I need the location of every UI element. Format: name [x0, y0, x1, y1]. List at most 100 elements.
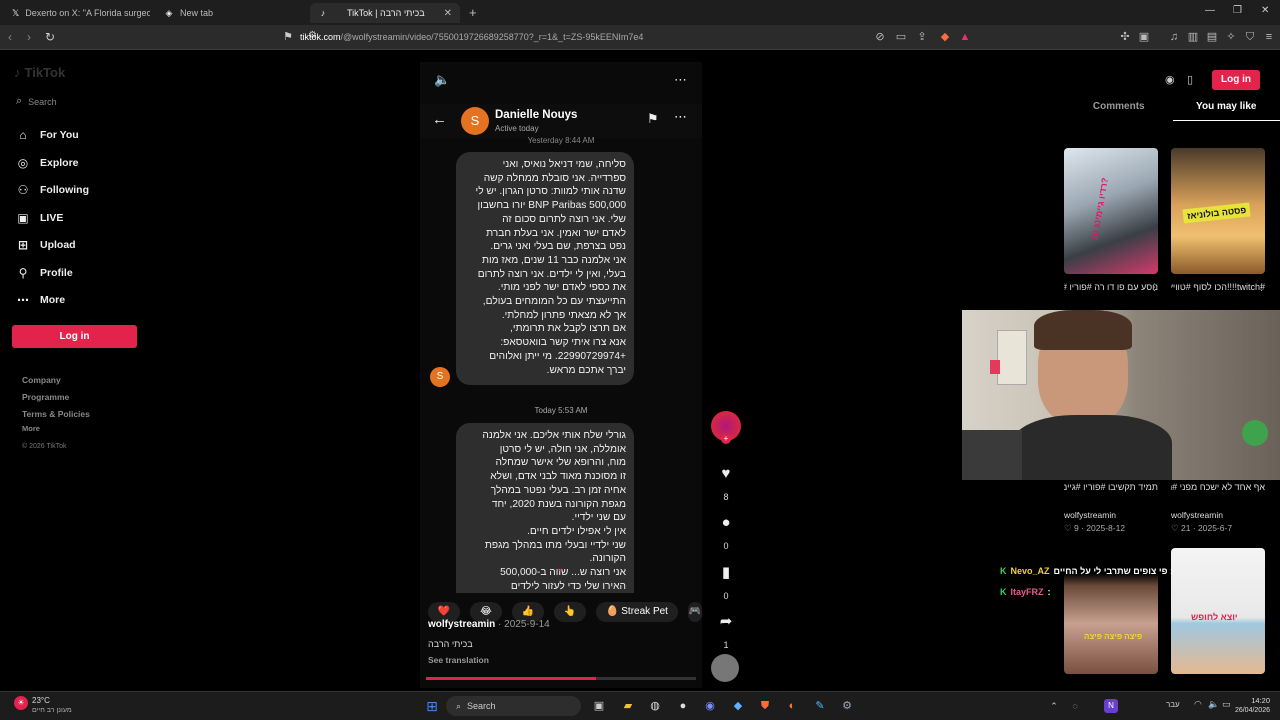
brave-rewards-icon[interactable]: ▲: [958, 30, 972, 44]
egg-icon: 🥚: [606, 606, 622, 617]
reload-icon[interactable]: ↻: [45, 30, 55, 44]
nav-profile[interactable]: ⚲ Profile: [16, 264, 73, 282]
music-disc-icon[interactable]: [711, 654, 739, 682]
frog-plush-icon: [1242, 420, 1268, 446]
tray-chevron-icon[interactable]: ⌃: [1045, 697, 1063, 715]
extensions-icon[interactable]: ✣: [1118, 30, 1132, 44]
nav-explore[interactable]: ◎ Explore: [16, 154, 79, 172]
back-icon[interactable]: ‹: [8, 30, 12, 44]
new-tab-button[interactable]: +: [469, 5, 477, 20]
screenshot-icon[interactable]: ▣: [1137, 30, 1151, 44]
message-line: אחיה זמן רב. בעלי נפטר במהלך: [490, 484, 626, 496]
recommended-thumb-2[interactable]: פסטה בולוניאז: [1171, 148, 1265, 274]
brave-taskbar-icon[interactable]: ⛊: [756, 697, 774, 715]
profile-icon: ⚲: [18, 266, 28, 280]
thumb-user-4[interactable]: wolfystreamin: [1171, 510, 1223, 520]
video-progress-bar[interactable]: [426, 677, 696, 680]
footer-programme[interactable]: Programme: [22, 392, 69, 402]
clock-date[interactable]: 26/04/2026: [1228, 707, 1270, 714]
share-icon[interactable]: ⇪: [915, 30, 929, 44]
tiktok-logo[interactable]: ♪ TikTok: [14, 65, 65, 80]
url-path: /@wolfystreamin/video/755001972668925877…: [340, 32, 644, 42]
settings-icon[interactable]: ⚙: [838, 697, 856, 715]
close-tab-icon[interactable]: ✕: [444, 8, 452, 19]
thumb-caption-4[interactable]: אף אחד לא ישכח מפני #twitch #החוק #טוויץ: [1171, 482, 1265, 492]
share-button[interactable]: ➦ 1: [712, 612, 740, 650]
notepad-icon[interactable]: ✎: [811, 697, 829, 715]
app-icon[interactable]: ◆: [729, 697, 747, 715]
x-logo-icon: 𝕏: [12, 8, 20, 18]
comment-button[interactable]: ● 0: [712, 514, 740, 551]
recommended-thumb-1[interactable]: רדיו גיימינג 10?: [1064, 148, 1158, 274]
close-window-icon[interactable]: ✕: [1261, 5, 1269, 16]
leo-ai-icon[interactable]: ✧: [1224, 30, 1238, 44]
tab-tiktok[interactable]: ♪ TikTok | בכיתי הרבה ✕: [310, 3, 460, 23]
maximize-icon[interactable]: ❐: [1233, 5, 1242, 16]
tray-app-icon[interactable]: ◌: [1066, 697, 1084, 715]
footer-more[interactable]: More: [22, 424, 40, 433]
network-icon[interactable]: ◠: [1194, 699, 1202, 710]
video-author[interactable]: wolfystreamin: [428, 619, 495, 630]
nav-following[interactable]: ⚇ Following: [16, 181, 89, 199]
task-view-icon[interactable]: ▣: [590, 697, 608, 715]
coin-icon[interactable]: ◉: [1165, 73, 1175, 86]
tab-you-may-like[interactable]: You may like: [1172, 101, 1280, 121]
volume-icon[interactable]: 🔈: [434, 72, 450, 88]
steam-icon[interactable]: ◍: [646, 697, 664, 715]
brave-shields-icon[interactable]: ◆: [938, 30, 952, 44]
menu-icon[interactable]: ≡: [1262, 30, 1276, 44]
nav-for-you[interactable]: ⌂ For You: [16, 126, 78, 144]
footer-company[interactable]: Company: [22, 375, 61, 385]
nav-more[interactable]: ⋯ More: [16, 291, 65, 309]
tab-dexerto[interactable]: 𝕏 Dexerto on X: "A Florida surgeon tur: [4, 3, 150, 23]
kick-icon: K: [1000, 566, 1007, 576]
obs-icon[interactable]: ◐: [783, 697, 801, 715]
nav-upload[interactable]: ⊞ Upload: [16, 236, 76, 254]
cast-icon[interactable]: ▭: [894, 30, 908, 44]
language-indicator[interactable]: עבר: [1166, 700, 1180, 709]
search-box[interactable]: ⌕ Search: [16, 95, 57, 108]
forward-icon[interactable]: ›: [27, 30, 31, 44]
weather-temp[interactable]: 23°C: [32, 696, 50, 705]
tray-n-icon[interactable]: N: [1104, 699, 1118, 713]
see-translation-link[interactable]: See translation: [428, 655, 698, 665]
save-button[interactable]: ▮ 0: [712, 563, 740, 601]
recommended-thumb-6[interactable]: יוצא לחופש: [1171, 548, 1265, 674]
vpn-icon[interactable]: ⛉: [1243, 30, 1257, 44]
thumb-caption-1[interactable]: נוסע עם פו דו רה #פוריו #גיימינג #טוויץ: [1064, 282, 1158, 292]
media-icon[interactable]: ♫: [1167, 30, 1181, 44]
wallet-icon[interactable]: ▤: [1205, 30, 1219, 44]
volume-tray-icon[interactable]: 🔈: [1208, 699, 1219, 710]
windows-start-icon[interactable]: ⊞: [423, 697, 441, 715]
tab-comments[interactable]: Comments: [1065, 101, 1173, 121]
thumb-user-3[interactable]: wolfystreamin: [1064, 510, 1116, 520]
message-line: ספרדייה. אני סובלת ממחלה קשה: [483, 172, 626, 184]
login-button[interactable]: Log in: [12, 325, 137, 348]
no-tracking-icon[interactable]: ⊘: [873, 30, 887, 44]
header-login-button[interactable]: Log in: [1212, 70, 1260, 90]
clock-time[interactable]: 14:20: [1246, 696, 1270, 705]
chat-message: : פי צופים שתרבי לי על החיים: [1053, 566, 1173, 576]
thumb-caption-2[interactable]: #twitch!!!!הכו לסוף #טוויץ#אלתחפשו...: [1171, 282, 1265, 292]
follow-plus-icon[interactable]: +: [721, 434, 731, 444]
thumb-menu-icon[interactable]: ⋮: [1150, 282, 1159, 293]
like-button[interactable]: ♥ 8: [712, 465, 740, 502]
thumb-likes: 9: [1073, 523, 1079, 533]
thumb-caption-3[interactable]: תמיד תקשיבו #פוריו #גיימינג #לצליל: [1064, 482, 1158, 492]
message-line: אנא צרו איתי קשר בוואטסאפ:: [500, 337, 626, 349]
footer-terms[interactable]: Terms & Policies: [22, 409, 90, 419]
minimize-icon[interactable]: —: [1205, 5, 1215, 16]
tab-new-tab[interactable]: ◈ New tab: [156, 3, 306, 23]
thumb-menu-icon[interactable]: ⋮: [1257, 282, 1266, 293]
github-icon[interactable]: ●: [674, 697, 692, 715]
nav-live[interactable]: ▣ LIVE: [16, 209, 63, 227]
weather-desc[interactable]: מעונן רב חיים: [32, 707, 72, 714]
file-explorer-icon[interactable]: ▰: [619, 697, 637, 715]
discord-icon[interactable]: ◉: [701, 697, 719, 715]
phone-icon[interactable]: ▯: [1187, 73, 1193, 86]
weather-icon[interactable]: ☀: [14, 696, 28, 710]
bookmark-icon[interactable]: ⚑: [283, 30, 293, 43]
video-more-icon[interactable]: ⋯: [674, 72, 687, 88]
taskbar-search[interactable]: ⌕ Search: [446, 696, 581, 716]
sidebar-icon[interactable]: ▥: [1186, 30, 1200, 44]
